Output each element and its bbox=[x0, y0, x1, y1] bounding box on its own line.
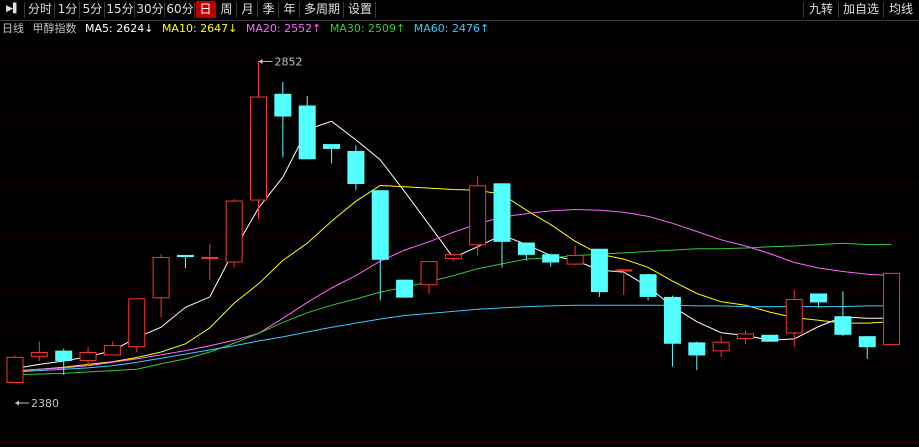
candle-body[interactable] bbox=[469, 185, 487, 246]
toolbar-divider bbox=[194, 2, 195, 18]
toolbar-divider bbox=[803, 2, 804, 18]
candle-body[interactable] bbox=[347, 150, 365, 185]
candle-body[interactable] bbox=[371, 190, 389, 260]
candle-body[interactable] bbox=[201, 256, 219, 259]
candle-body[interactable] bbox=[152, 256, 170, 299]
candle-body[interactable] bbox=[590, 248, 608, 293]
period-toolbar: ▶▌ 分时 1分 5分 15分 30分 60分日周月季年多周期 设置 均线 加自选 九转 bbox=[0, 0, 919, 21]
toolbar-divider bbox=[54, 2, 55, 18]
tab-multi-period[interactable]: 多周期 bbox=[301, 1, 343, 18]
toolbar-divider bbox=[24, 2, 25, 18]
ma10-label: MA10: 2647↓ bbox=[161, 22, 238, 35]
candle-body[interactable] bbox=[542, 254, 560, 263]
tab-month[interactable]: 月 bbox=[238, 1, 257, 18]
ma20-label: MA20: 2552↑ bbox=[245, 22, 322, 35]
ma60-label: MA60: 2476↑ bbox=[413, 22, 490, 35]
candle-body[interactable] bbox=[420, 261, 438, 286]
toolbar-divider bbox=[164, 2, 165, 18]
candle-body[interactable] bbox=[79, 352, 97, 361]
toolbar-divider bbox=[79, 2, 80, 18]
candle-body[interactable] bbox=[785, 298, 803, 334]
ma5-line bbox=[14, 120, 892, 369]
instrument-name: 甲醇指数 bbox=[32, 22, 77, 35]
max-price-label: 2852 bbox=[275, 55, 303, 68]
ma-button[interactable]: 均线 bbox=[885, 1, 917, 18]
ma20-line bbox=[14, 208, 892, 372]
toolbar-divider bbox=[236, 2, 237, 18]
candle-body[interactable] bbox=[323, 144, 341, 149]
toolbar-divider bbox=[257, 2, 258, 18]
candle-body[interactable] bbox=[6, 356, 24, 384]
tab-week[interactable]: 周 bbox=[217, 1, 236, 18]
candle-body[interactable] bbox=[834, 316, 852, 335]
candle-body[interactable] bbox=[493, 183, 511, 242]
candle-body[interactable] bbox=[712, 341, 730, 352]
settings-button[interactable]: 设置 bbox=[345, 1, 375, 18]
tab-1min[interactable]: 1分 bbox=[56, 1, 79, 18]
candle-body[interactable] bbox=[225, 200, 243, 263]
jiuzhuan-button[interactable]: 九转 bbox=[805, 1, 837, 18]
min-marker-arrow-icon bbox=[15, 400, 19, 406]
min-price-label: 2380 bbox=[31, 397, 59, 410]
candle-body[interactable] bbox=[883, 272, 901, 346]
candle-body[interactable] bbox=[737, 333, 754, 339]
candle-body[interactable] bbox=[128, 298, 146, 348]
candle-body[interactable] bbox=[517, 242, 535, 255]
tab-season[interactable]: 季 bbox=[259, 1, 278, 18]
tab-15min[interactable]: 15分 bbox=[106, 1, 134, 18]
toolbar-divider bbox=[343, 2, 344, 18]
candle-body[interactable] bbox=[298, 105, 316, 160]
tab-5min[interactable]: 5分 bbox=[81, 1, 104, 18]
toolbar-divider bbox=[278, 2, 279, 18]
tab-30min[interactable]: 30分 bbox=[136, 1, 164, 18]
toolbar-divider bbox=[838, 2, 839, 18]
ma10-line bbox=[14, 184, 892, 372]
candle-body[interactable] bbox=[55, 350, 73, 361]
candle-body[interactable] bbox=[688, 342, 706, 356]
candle-body[interactable] bbox=[761, 334, 779, 342]
candle-body[interactable] bbox=[274, 93, 292, 117]
candle-body[interactable] bbox=[566, 254, 584, 265]
period-label: 日线 bbox=[2, 22, 24, 35]
tab-60min[interactable]: 60分 bbox=[166, 1, 194, 18]
candle-body[interactable] bbox=[615, 269, 633, 272]
toolbar-divider bbox=[104, 2, 105, 18]
candle-body[interactable] bbox=[639, 274, 657, 297]
candle-body[interactable] bbox=[250, 96, 267, 201]
kline-svg[interactable]: 2852 2380 bbox=[0, 15, 919, 443]
tab-day[interactable]: 日 bbox=[196, 1, 215, 18]
ma-legend: 日线 甲醇指数 MA5: 2624↓ MA10: 2647↓ MA20: 255… bbox=[2, 21, 494, 37]
candle-body[interactable] bbox=[103, 345, 121, 356]
kline-chart[interactable]: 2852 2380 bbox=[0, 15, 919, 443]
candle-body[interactable] bbox=[30, 352, 48, 357]
ma30-label: MA30: 2509↑ bbox=[329, 22, 406, 35]
max-marker-arrow-icon bbox=[258, 58, 263, 64]
toolbar-divider bbox=[883, 2, 884, 18]
add-watchlist-button[interactable]: 加自选 bbox=[840, 1, 882, 18]
ma5-label: MA5: 2624↓ bbox=[85, 22, 154, 35]
tab-year[interactable]: 年 bbox=[280, 1, 299, 18]
candle-body[interactable] bbox=[444, 254, 462, 260]
toolbar-divider bbox=[299, 2, 300, 18]
candle-body[interactable] bbox=[810, 293, 828, 303]
candle-body[interactable] bbox=[663, 296, 681, 344]
toolbar-divider bbox=[134, 2, 135, 18]
toggle-panel-button[interactable]: ▶▌ bbox=[2, 1, 24, 18]
toolbar-divider bbox=[215, 2, 216, 18]
candle-body[interactable] bbox=[176, 254, 194, 257]
toolbar-divider bbox=[375, 2, 376, 18]
candle-body[interactable] bbox=[858, 336, 876, 348]
candle-body[interactable] bbox=[396, 279, 414, 298]
tab-fenshi[interactable]: 分时 bbox=[26, 1, 54, 18]
